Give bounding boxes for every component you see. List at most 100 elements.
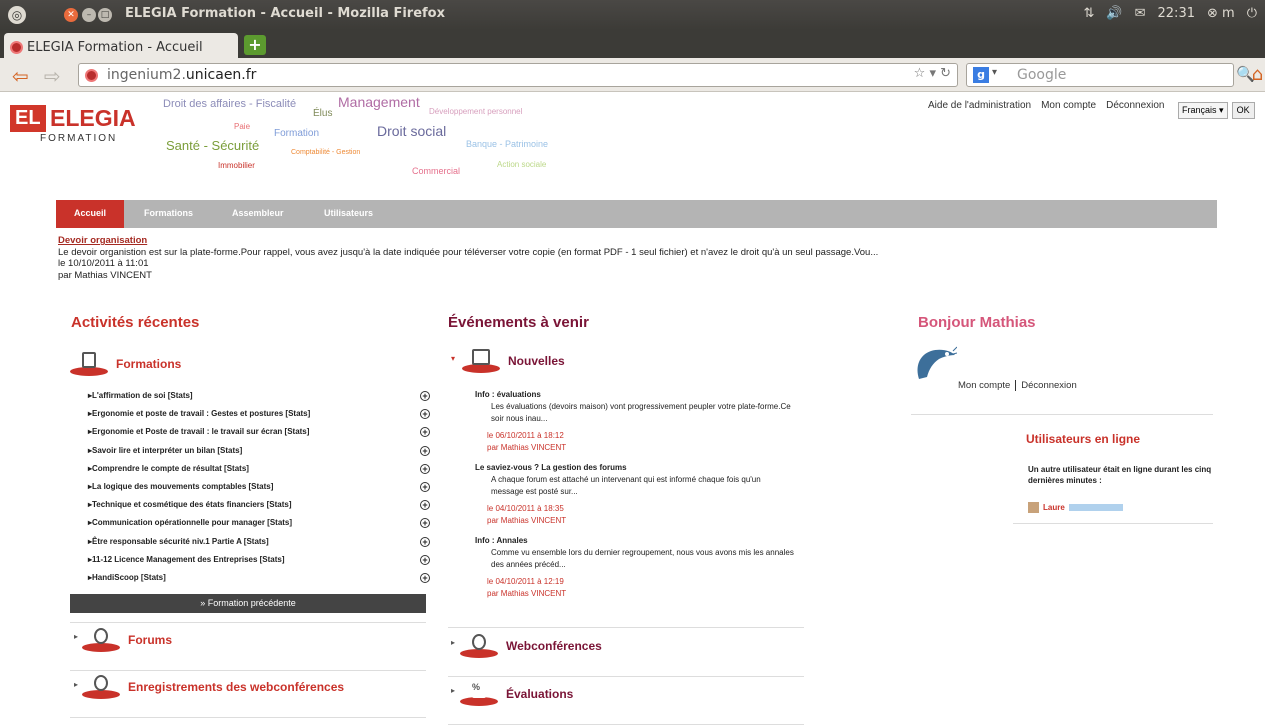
webconf-header[interactable]: Webconférences [460,634,602,658]
list-item[interactable]: ▸Ergonomie et Poste de travail : le trav… [88,423,430,441]
list-item[interactable]: ▸Technique et cosmétique des états finan… [88,496,430,514]
news-item-title[interactable]: Info : évaluations [475,389,795,401]
add-circle-icon[interactable]: + [420,463,430,474]
online-user[interactable]: Laure [1028,502,1123,513]
add-circle-icon[interactable]: + [420,445,430,456]
previous-formation-button[interactable]: » Formation précédente [70,594,426,613]
add-circle-icon[interactable]: + [420,391,430,401]
divider [70,622,426,623]
new-tab-button[interactable]: + [244,35,266,55]
notice-title-link[interactable]: Devoir organisation [58,235,878,247]
expand-arrow-icon[interactable]: ▸ [451,638,455,647]
network-icon[interactable]: ⇅ [1084,6,1095,21]
logout-link[interactable]: Déconnexion [1106,100,1164,111]
list-item[interactable]: ▸Être responsable sécurité niv.1 Partie … [88,533,430,551]
mail-icon[interactable]: ✉ [1135,6,1146,21]
menu-item-utilisateurs[interactable]: Utilisateurs [324,200,373,228]
expand-arrow-icon[interactable]: ▸ [74,632,78,641]
formations-icon [70,352,108,376]
formations-header[interactable]: Formations [70,352,181,376]
tag-link[interactable]: Développement personnel [429,107,522,116]
add-circle-icon[interactable]: + [420,572,430,583]
tag-link[interactable]: Commercial [412,166,460,176]
home-icon[interactable]: ⌂ [1252,64,1263,85]
news-item: Le saviez-vous ? La gestion des forums A… [475,462,795,527]
clock[interactable]: 22:31 [1158,6,1195,21]
tag-link[interactable]: Paie [234,122,250,131]
tag-link[interactable]: Comptabilité - Gestion [291,149,360,156]
tag-link[interactable]: Management [338,94,420,110]
add-circle-icon[interactable]: + [420,518,430,529]
tag-link[interactable]: Élus [313,108,332,119]
add-circle-icon[interactable]: + [420,536,430,547]
news-item-title[interactable]: Le saviez-vous ? La gestion des forums [475,462,795,474]
news-header[interactable]: Nouvelles [462,349,565,373]
news-item-date: le 06/10/2011 à 18:12 [487,431,564,440]
tag-link[interactable]: Santé - Sécurité [166,138,259,153]
close-circle-icon: ⊗ [1206,6,1218,21]
notice-body: Le devoir organistion est sur la plate-f… [58,246,879,258]
window-titlebar: ◎ ✕ – □ ELEGIA Formation - Accueil - Moz… [0,0,1265,30]
window-close-button[interactable]: ✕ [64,8,78,22]
power-icon[interactable]: ⏻ [1247,6,1257,21]
list-item[interactable]: ▸HandiScoop [Stats] + [88,569,430,587]
volume-icon[interactable]: 🔊 [1106,6,1122,21]
shrimp-avatar-icon [917,346,958,379]
list-item[interactable]: ▸11-12 Licence Management des Entreprise… [88,551,430,569]
admin-help-link[interactable]: Aide de l'administration [928,100,1031,111]
language-ok-button[interactable]: OK [1231,102,1255,119]
list-item[interactable]: ▸La logique des mouvements comptables [S… [88,478,430,496]
add-circle-icon[interactable]: + [420,554,430,565]
tag-link[interactable]: Droit des affaires - Fiscalité [163,98,296,110]
my-account-link[interactable]: Mon compte [1041,100,1096,111]
user-menu[interactable]: ⊗ m [1207,6,1235,21]
tag-link[interactable]: Banque - Patrimoine [466,139,548,149]
ubuntu-logo-icon[interactable]: ◎ [8,6,26,24]
tab-label: ELEGIA Formation - Accueil [27,40,203,55]
news-item-date: le 04/10/2011 à 18:35 [487,504,564,513]
expand-arrow-icon[interactable]: ▸ [451,686,455,695]
list-item[interactable]: ▸Savoir lire et interpréter un bilan [St… [88,442,430,460]
tag-link[interactable]: Immobilier [218,161,255,170]
web-page: EL ELEGIA FORMATION Droit des affaires -… [0,92,1265,728]
news-item-author: par Mathias VINCENT [487,516,567,525]
google-icon[interactable]: g [973,67,989,83]
forward-arrow-icon[interactable]: ⇨ [44,64,61,88]
window-maximize-button[interactable]: □ [98,8,112,22]
url-controls[interactable]: ☆ ▾ ↻ [914,66,951,81]
list-item[interactable]: ▸Communication opérationnelle pour manag… [88,514,430,532]
browser-tab[interactable]: ELEGIA Formation - Accueil [4,33,238,58]
add-circle-icon[interactable]: + [420,481,430,492]
back-arrow-icon[interactable]: ⇦ [12,64,29,88]
add-circle-icon[interactable]: + [420,409,430,420]
collapse-arrow-icon[interactable]: ▾ [451,354,455,363]
divider [448,627,804,628]
forums-header[interactable]: Forums [82,628,172,652]
menu-item-accueil[interactable]: Accueil [56,200,125,228]
evaluations-header[interactable]: % Évaluations [460,682,573,706]
add-circle-icon[interactable]: + [420,427,430,438]
list-item[interactable]: ▸Ergonomie et poste de travail : Gestes … [88,405,430,423]
tag-link[interactable]: Action sociale [497,160,546,169]
profile-account-link[interactable]: Mon compte [958,380,1017,391]
window-minimize-button[interactable]: – [82,8,96,22]
url-bar[interactable]: ingenium2.unicaen.fr ☆ ▾ ↻ [78,63,958,87]
menu-item-assembleur[interactable]: Assembleur [232,200,284,228]
news-item-date: le 04/10/2011 à 12:19 [487,577,564,586]
list-item[interactable]: ▸Comprendre le compte de résultat [Stats… [88,460,430,478]
language-select[interactable]: Français ▾ [1178,102,1228,119]
tag-link[interactable]: Droit social [377,123,446,139]
news-item-title[interactable]: Info : Annales [475,535,795,547]
avatar[interactable] [913,345,958,385]
menu-item-formations[interactable]: Formations [144,200,193,228]
tag-link[interactable]: Formation [274,128,319,139]
recordings-header[interactable]: Enregistrements des webconférences [82,675,344,699]
elegia-logo[interactable]: EL ELEGIA FORMATION [10,105,136,144]
search-bar[interactable]: g ▾ Google 🔍 [966,63,1255,87]
profile-logout-link[interactable]: Déconnexion [1016,380,1076,391]
site-identity-icon[interactable] [85,69,98,82]
search-engine-dropdown-icon[interactable]: ▾ [992,67,997,78]
add-circle-icon[interactable]: + [420,500,430,511]
list-item[interactable]: ▸L'affirmation de soi [Stats] + [88,387,430,405]
expand-arrow-icon[interactable]: ▸ [74,680,78,689]
